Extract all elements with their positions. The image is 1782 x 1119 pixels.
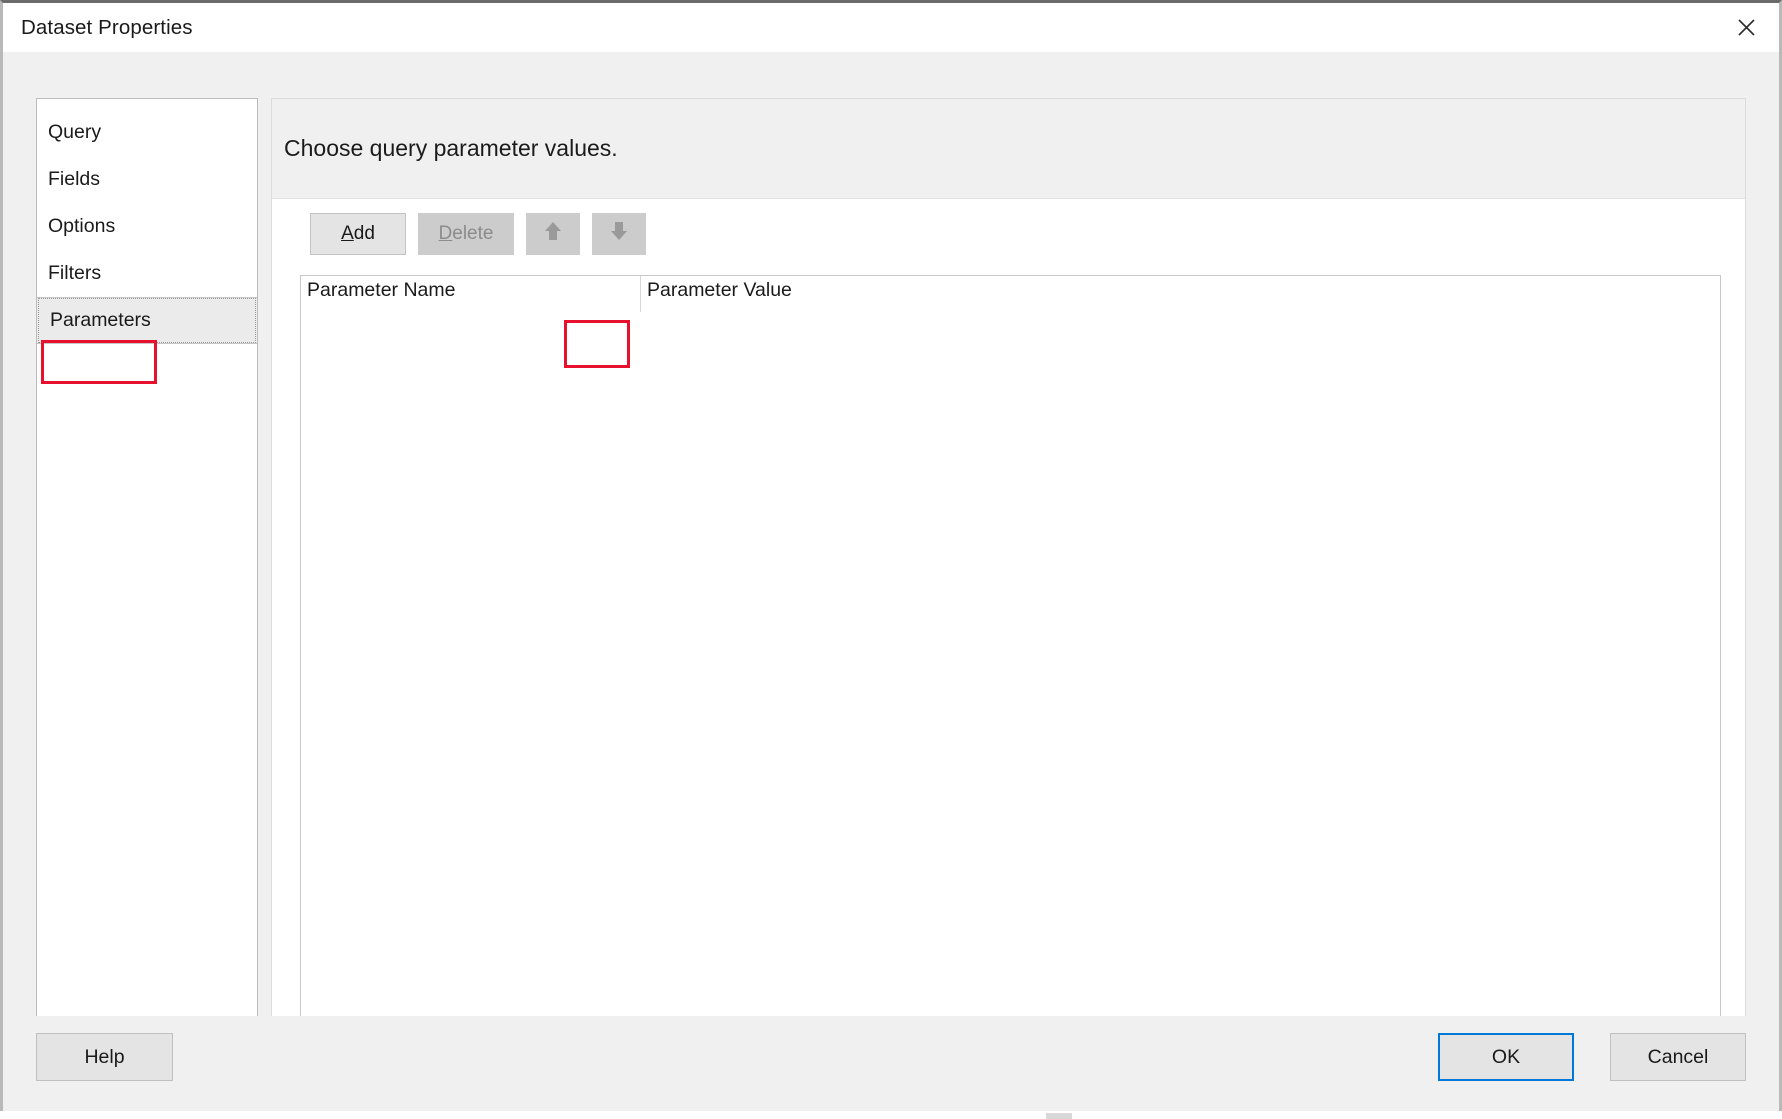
sidebar-item-label: Filters — [48, 262, 102, 284]
cancel-button[interactable]: Cancel — [1610, 1033, 1746, 1081]
grid-header-row: Parameter Name Parameter Value — [301, 276, 1720, 312]
column-header-parameter-name[interactable]: Parameter Name — [301, 276, 641, 312]
sidebar-item-filters[interactable]: Filters — [37, 250, 257, 297]
delete-button-label: elete — [452, 223, 494, 244]
window-title: Dataset Properties — [21, 15, 193, 39]
dataset-properties-dialog: Dataset Properties Query Fields Options … — [0, 0, 1782, 1119]
page-title: Choose query parameter values. — [284, 135, 618, 161]
arrow-up-icon — [542, 219, 564, 249]
sidebar-item-label: Parameters — [50, 309, 151, 331]
parameters-toolbar: Add Delete — [272, 199, 1745, 269]
move-down-button[interactable] — [592, 213, 646, 255]
sidebar-item-label: Fields — [48, 168, 101, 190]
sidebar-item-label: Options — [48, 215, 116, 237]
arrow-down-icon — [608, 219, 630, 249]
dialog-footer: Help OK Cancel — [3, 1016, 1779, 1116]
move-up-button[interactable] — [526, 213, 580, 255]
sidebar-item-query[interactable]: Query — [37, 109, 257, 156]
close-icon[interactable] — [1713, 3, 1779, 52]
help-button[interactable]: Help — [36, 1033, 173, 1081]
title-bar: Dataset Properties — [3, 3, 1779, 52]
sidebar-item-parameters[interactable]: Parameters — [37, 297, 257, 344]
sidebar-item-options[interactable]: Options — [37, 203, 257, 250]
add-button[interactable]: Add — [310, 213, 406, 255]
ok-button[interactable]: OK — [1438, 1033, 1574, 1081]
scroll-nub[interactable] — [1046, 1113, 1072, 1119]
delete-button-mnemonic: D — [438, 223, 453, 244]
settings-nav-list[interactable]: Query Fields Options Filters Parameters — [36, 98, 258, 1058]
parameters-grid[interactable]: Parameter Name Parameter Value — [300, 275, 1721, 1035]
content-panel: Choose query parameter values. Add Delet… — [271, 98, 1746, 1058]
grid-rows-container[interactable] — [301, 312, 1720, 1034]
add-button-label: dd — [353, 223, 375, 244]
column-header-parameter-value[interactable]: Parameter Value — [641, 276, 1720, 312]
content-header: Choose query parameter values. — [272, 99, 1745, 199]
window-bottom-edge — [0, 1111, 1782, 1119]
sidebar-item-label: Query — [48, 121, 102, 143]
dialog-body: Query Fields Options Filters Parameters … — [3, 52, 1779, 1058]
add-button-mnemonic: A — [341, 223, 354, 244]
sidebar-item-fields[interactable]: Fields — [37, 156, 257, 203]
delete-button[interactable]: Delete — [418, 213, 514, 255]
